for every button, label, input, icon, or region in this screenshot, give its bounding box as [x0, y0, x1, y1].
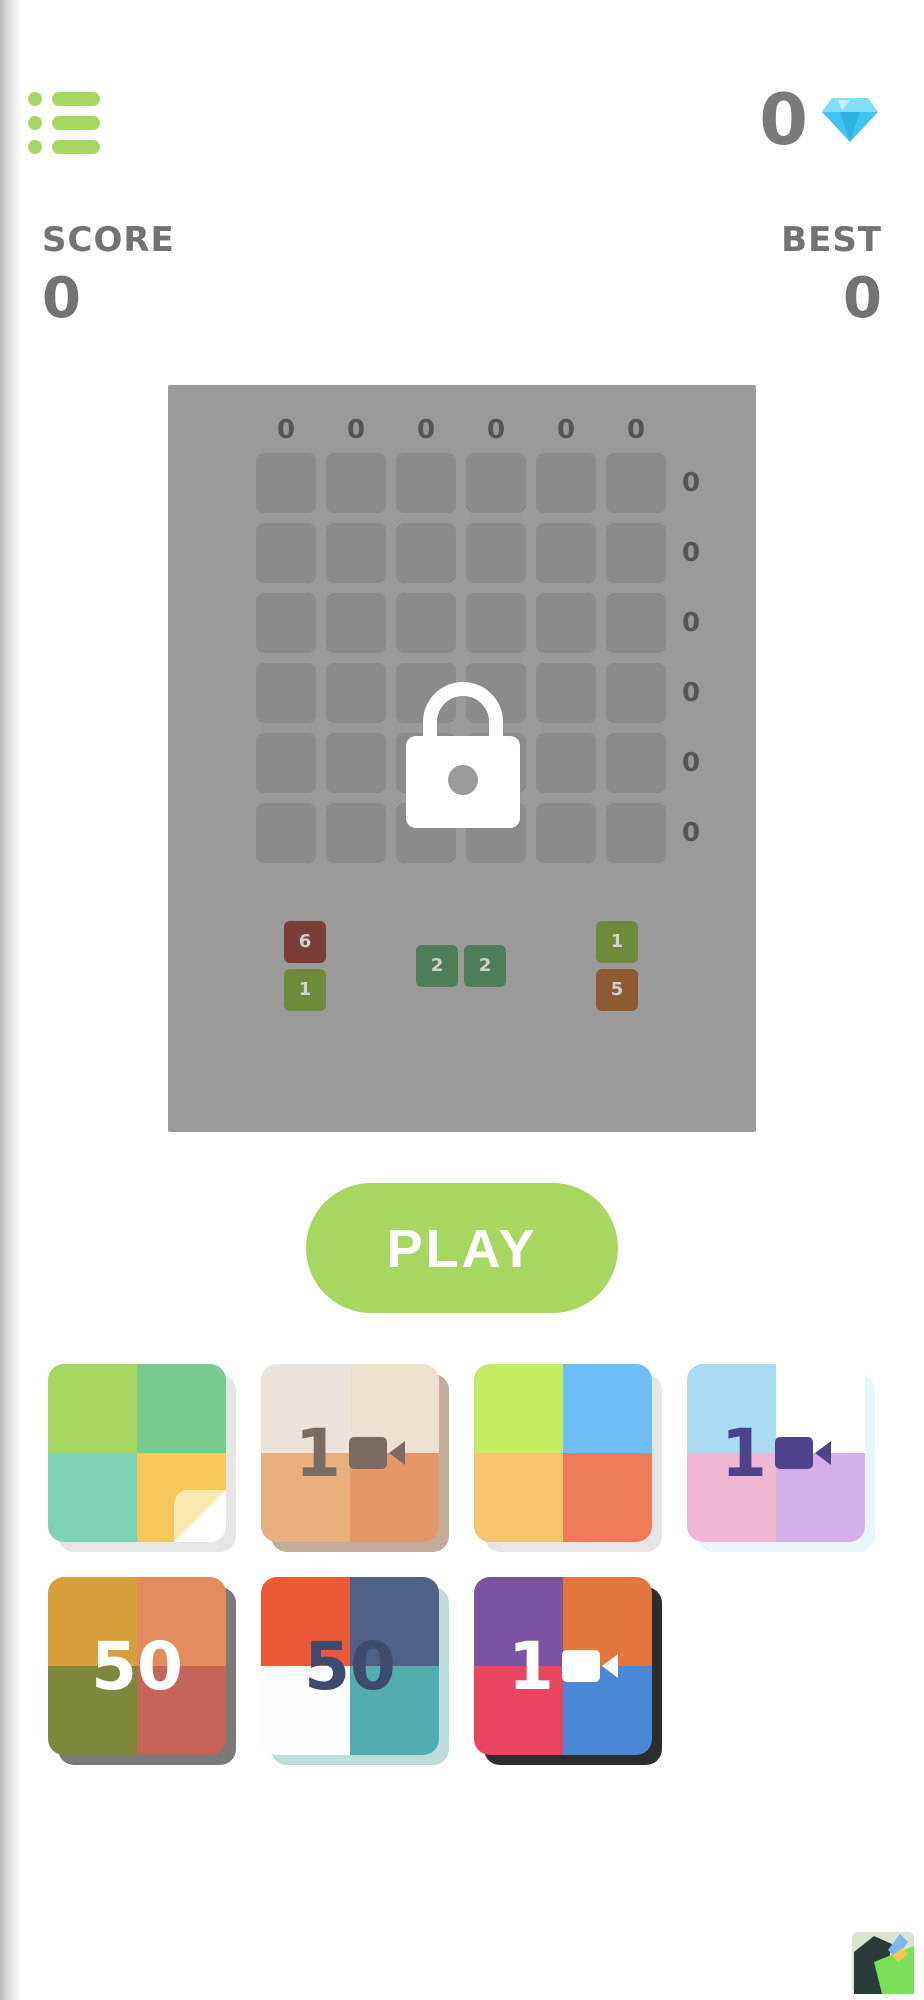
- best-value: 0: [843, 266, 882, 331]
- board-cell[interactable]: [326, 803, 386, 863]
- video-camera-icon: [348, 1437, 405, 1469]
- theme-tile[interactable]: 1: [687, 1364, 875, 1554]
- left-edge-shadow: [0, 0, 22, 2000]
- theme-price-text: 1: [295, 1414, 341, 1492]
- row-count: 0: [681, 678, 701, 708]
- best-label: BEST: [781, 220, 882, 260]
- column-count: 0: [346, 415, 366, 445]
- theme-price-label: 1: [474, 1577, 652, 1755]
- board-cell[interactable]: [326, 663, 386, 723]
- row-count: 0: [681, 538, 701, 568]
- theme-price-label: 1: [261, 1364, 439, 1542]
- diamond-icon[interactable]: [820, 96, 880, 144]
- piece-tile[interactable]: 5: [596, 969, 638, 1011]
- theme-tile[interactable]: 50: [48, 1577, 236, 1767]
- score-value: 0: [42, 266, 81, 331]
- game-board-preview[interactable]: 0 0 0 0 0 0 0 0 0 0 0 0 6 1 2 2 1 5: [168, 385, 756, 1132]
- piece-tile[interactable]: 2: [416, 945, 458, 987]
- board-cell[interactable]: [466, 593, 526, 653]
- board-cell[interactable]: [326, 523, 386, 583]
- board-cell[interactable]: [536, 523, 596, 583]
- board-cell[interactable]: [536, 733, 596, 793]
- theme-price-label: 50: [48, 1577, 226, 1755]
- board-cell[interactable]: [536, 803, 596, 863]
- row-count: 0: [681, 748, 701, 778]
- theme-color-swatch: [474, 1364, 563, 1453]
- board-cell[interactable]: [326, 733, 386, 793]
- column-count: 0: [556, 415, 576, 445]
- theme-color-swatch: [563, 1453, 652, 1542]
- theme-color-swatch: [48, 1453, 137, 1542]
- board-cell[interactable]: [326, 593, 386, 653]
- board-cell[interactable]: [256, 593, 316, 653]
- theme-tile-face: [48, 1364, 226, 1542]
- board-cell[interactable]: [396, 523, 456, 583]
- board-cell[interactable]: [606, 663, 666, 723]
- board-cell[interactable]: [396, 593, 456, 653]
- board-cell[interactable]: [606, 453, 666, 513]
- theme-tile-face: [474, 1364, 652, 1542]
- row-count: 0: [681, 608, 701, 638]
- theme-price-label: 50: [261, 1577, 439, 1755]
- theme-price-text: 50: [91, 1627, 183, 1705]
- theme-tile[interactable]: 1: [474, 1577, 662, 1767]
- board-cell[interactable]: [536, 663, 596, 723]
- theme-price-text: 50: [304, 1627, 396, 1705]
- theme-price-text: 1: [721, 1414, 767, 1492]
- column-count: 0: [626, 415, 646, 445]
- theme-tile[interactable]: 50: [261, 1577, 449, 1767]
- board-cell[interactable]: [536, 453, 596, 513]
- column-count: 0: [416, 415, 436, 445]
- board-cell[interactable]: [256, 733, 316, 793]
- piece-tile[interactable]: 1: [596, 921, 638, 963]
- theme-tile[interactable]: [48, 1364, 236, 1554]
- board-cell[interactable]: [606, 733, 666, 793]
- board-cell[interactable]: [536, 593, 596, 653]
- board-cell[interactable]: [606, 593, 666, 653]
- theme-color-swatch: [563, 1364, 652, 1453]
- theme-tile[interactable]: [474, 1364, 662, 1554]
- column-count: 0: [276, 415, 296, 445]
- theme-price-text: 1: [508, 1627, 554, 1705]
- board-cell[interactable]: [326, 453, 386, 513]
- theme-color-swatch: [48, 1364, 137, 1453]
- theme-tile[interactable]: 1: [261, 1364, 449, 1554]
- game-thumbnail-icon[interactable]: [852, 1932, 914, 1994]
- board-cell[interactable]: [256, 803, 316, 863]
- board-cell[interactable]: [466, 453, 526, 513]
- row-count: 0: [681, 818, 701, 848]
- piece-tile[interactable]: 1: [284, 969, 326, 1011]
- column-count: 0: [486, 415, 506, 445]
- board-cell[interactable]: [256, 523, 316, 583]
- gem-count: 0: [759, 79, 808, 161]
- menu-icon[interactable]: [28, 90, 100, 156]
- board-cell[interactable]: [606, 523, 666, 583]
- theme-price-label: 1: [687, 1364, 865, 1542]
- piece-tile[interactable]: 2: [464, 945, 506, 987]
- row-count: 0: [681, 468, 701, 498]
- score-label: SCORE: [42, 220, 175, 260]
- lock-icon: [406, 682, 520, 828]
- piece-tile[interactable]: 6: [284, 921, 326, 963]
- board-cell[interactable]: [466, 523, 526, 583]
- play-button[interactable]: PLAY: [306, 1183, 618, 1313]
- board-cell[interactable]: [256, 453, 316, 513]
- theme-color-swatch: [474, 1453, 563, 1542]
- page-curl-cutout: [174, 1490, 226, 1542]
- video-camera-icon: [774, 1437, 831, 1469]
- video-camera-icon: [561, 1650, 618, 1682]
- board-cell[interactable]: [396, 453, 456, 513]
- theme-color-swatch: [137, 1364, 226, 1453]
- board-cell[interactable]: [256, 663, 316, 723]
- board-cell[interactable]: [606, 803, 666, 863]
